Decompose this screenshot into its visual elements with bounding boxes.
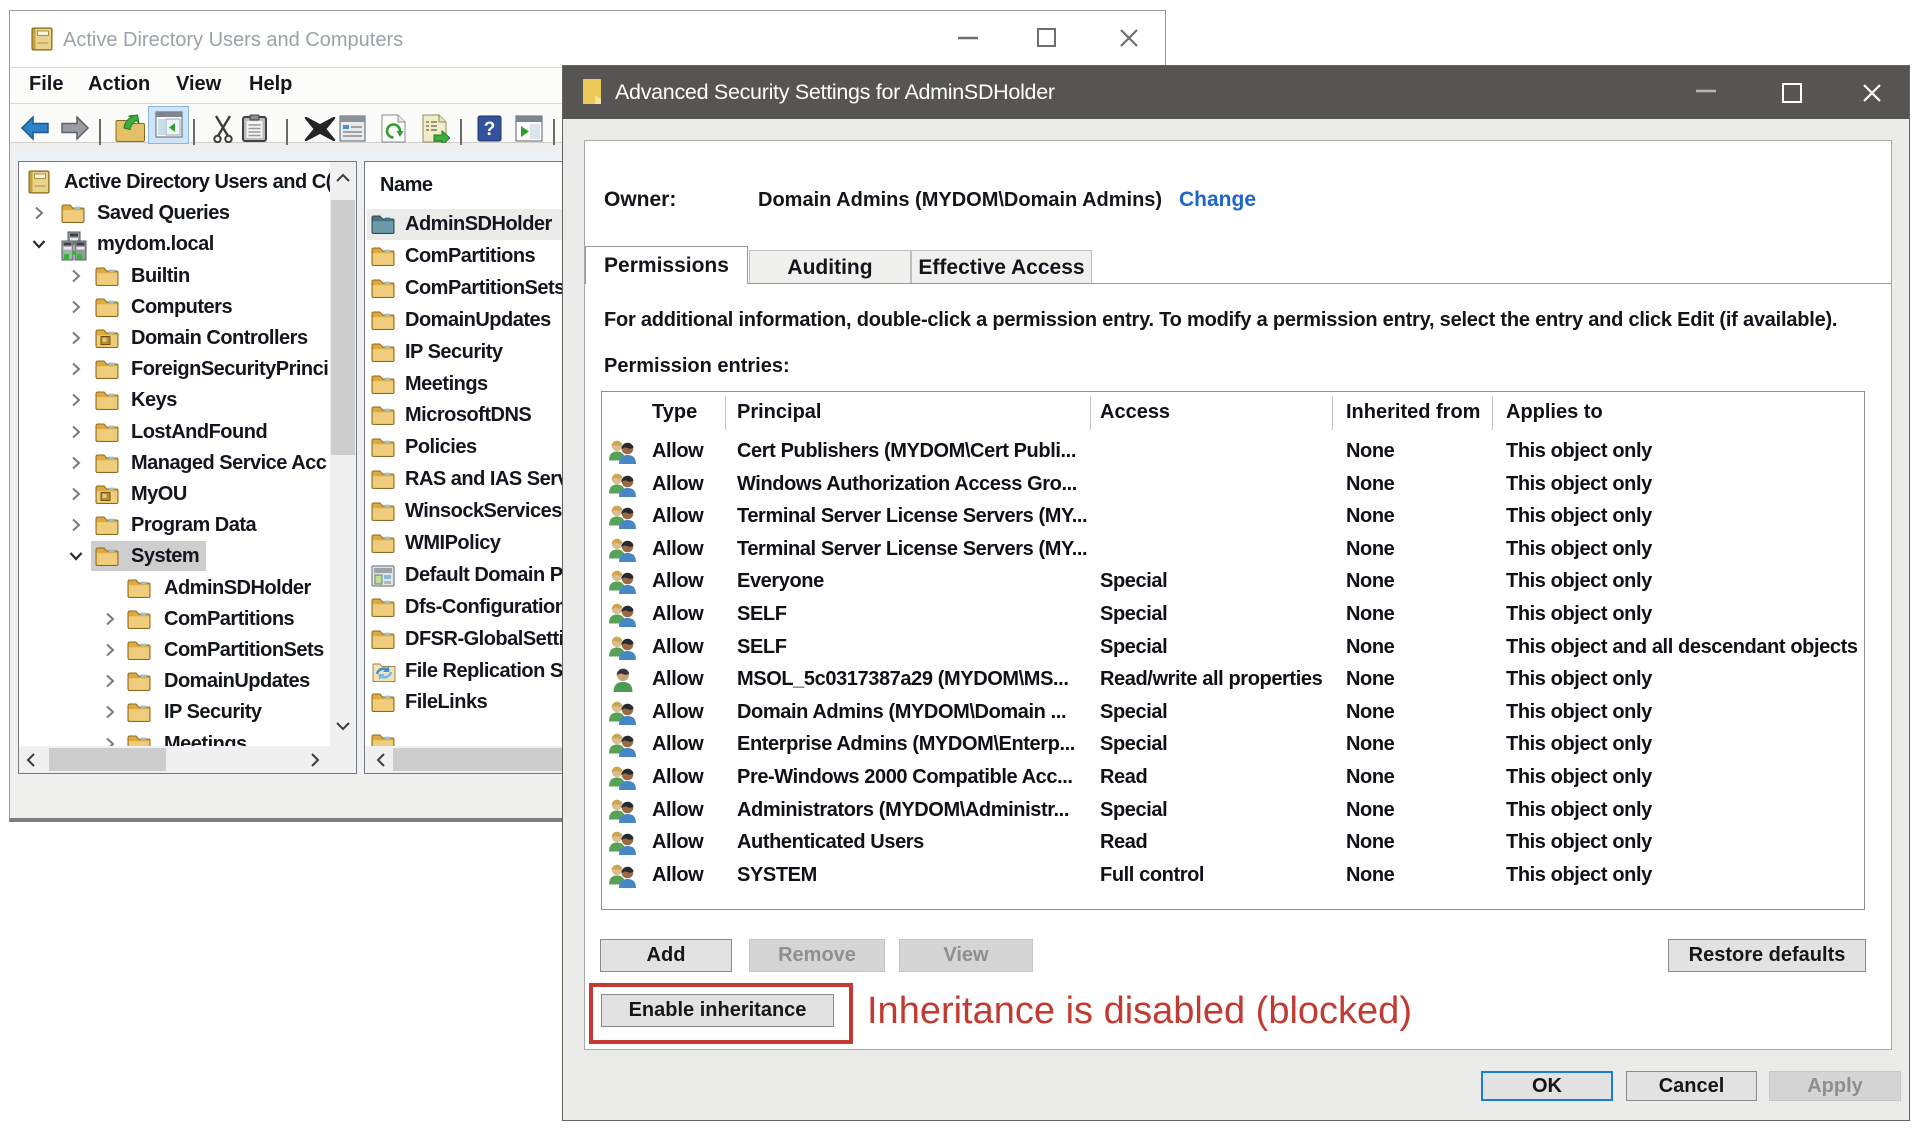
svg-text:?: ? [484,119,496,140]
